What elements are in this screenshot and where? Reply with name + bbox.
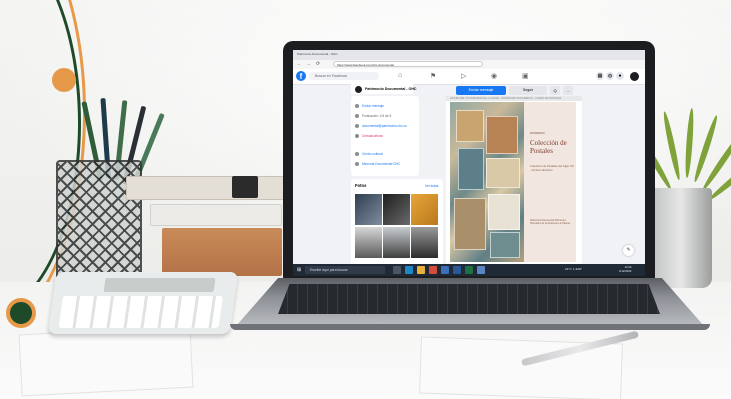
address-bar[interactable]: https://www.facebook.com/ohc.documental xyxy=(333,61,483,67)
clock-icon xyxy=(355,134,359,139)
star-icon xyxy=(355,114,359,119)
store-icon[interactable] xyxy=(441,266,449,274)
edge-icon[interactable] xyxy=(405,266,413,274)
photo-thumbnail[interactable] xyxy=(383,194,410,225)
post-header-strip: OFICINA DEL HISTORIADOR DE LA CIUDAD · P… xyxy=(446,96,582,101)
taskbar: ⊞ Escribe aquí para buscar 21°C ∧ ESP 12… xyxy=(293,264,645,276)
book xyxy=(126,176,284,200)
photo-thumbnail[interactable] xyxy=(411,194,438,225)
mail-icon[interactable] xyxy=(477,266,485,274)
excel-icon[interactable] xyxy=(465,266,473,274)
start-icon[interactable]: ⊞ xyxy=(297,267,301,273)
photo-thumbnail[interactable] xyxy=(383,227,410,258)
message-icon xyxy=(355,104,359,109)
web-icon xyxy=(355,162,359,167)
post-eyebrow: PATRIMONIO xyxy=(530,132,545,135)
decorative-green-dot xyxy=(6,298,36,328)
paper-sheet xyxy=(18,325,194,397)
intro-item[interactable]: documental@patrimonio.ohc.cu xyxy=(355,124,407,129)
facebook-search-input[interactable]: Buscar en Facebook xyxy=(309,72,379,80)
page-title[interactable]: Patrimonio Documental - OHC xyxy=(365,87,417,91)
account-avatar[interactable] xyxy=(630,72,639,81)
intro-card: Enviar mensaje Puntuación: 4,5 de 5 docu… xyxy=(351,96,419,176)
calculator-screen xyxy=(103,278,216,292)
email-icon xyxy=(355,124,359,129)
photos-card: Fotos Ver todas xyxy=(351,179,443,269)
book-clip xyxy=(232,176,258,198)
more-options-button[interactable]: ... xyxy=(563,86,573,95)
collage-tile xyxy=(458,148,484,190)
video-icon[interactable]: ▷ xyxy=(461,72,466,80)
post-title: Colección de Postales xyxy=(530,139,567,155)
book xyxy=(162,228,282,276)
home-icon[interactable]: ⌂ xyxy=(398,72,402,79)
intro-item: Cerrado ahora xyxy=(355,134,383,139)
bell-icon[interactable]: ● xyxy=(616,72,624,80)
messenger-icon[interactable]: ◍ xyxy=(606,72,614,80)
taskview-icon[interactable] xyxy=(393,266,401,274)
page-avatar[interactable] xyxy=(355,86,362,93)
post-footer: Patrimonio Documental Oficina del Histor… xyxy=(530,220,570,225)
photo-scene: Patrimonio Documental - OHC ← → ⟳ https:… xyxy=(0,0,731,399)
browser-tab[interactable]: Patrimonio Documental - OHC xyxy=(297,52,338,56)
postcard-title-panel: PATRIMONIO Colección de Postales Colecci… xyxy=(524,102,576,262)
compose-icon[interactable]: ✎ xyxy=(623,245,634,256)
back-icon[interactable]: ← xyxy=(297,61,302,67)
photo-thumbnail[interactable] xyxy=(411,227,438,258)
menu-grid-icon[interactable]: ▦ xyxy=(596,72,604,80)
word-icon[interactable] xyxy=(453,266,461,274)
tag-icon xyxy=(355,152,359,157)
taskbar-clock[interactable]: 12:24 2/12/2022 xyxy=(619,265,632,273)
post-subtitle: Colección de Postales del Siglo XX · Arc… xyxy=(530,164,574,172)
intro-item: Puntuación: 4,5 de 5 xyxy=(355,114,391,119)
flag-icon[interactable]: ⚑ xyxy=(430,72,436,80)
clock-date: 2/12/2022 xyxy=(619,268,632,273)
calculator-keys xyxy=(58,296,223,328)
system-tray[interactable]: 21°C ∧ ESP xyxy=(565,267,582,271)
decorative-orange-dot xyxy=(52,68,76,92)
post-card: OFICINA DEL HISTORIADOR DE LA CIUDAD · P… xyxy=(446,96,582,269)
facebook-logo-icon[interactable]: f xyxy=(296,71,306,81)
see-all-photos-link[interactable]: Ver todas xyxy=(425,184,438,188)
photo-thumbnail[interactable] xyxy=(355,194,382,225)
follow-button[interactable]: Seguir xyxy=(509,86,547,95)
chrome-icon[interactable] xyxy=(429,266,437,274)
folder-icon[interactable] xyxy=(417,266,425,274)
intro-item[interactable]: Enviar mensaje xyxy=(355,104,384,109)
collage-tile xyxy=(456,110,484,142)
groups-icon[interactable]: ▣ xyxy=(522,72,529,80)
collage-tile xyxy=(486,158,520,188)
laptop-edge xyxy=(230,324,710,330)
browser-tab-strip: Patrimonio Documental - OHC xyxy=(293,50,645,60)
taskbar-search-input[interactable]: Escribe aquí para buscar xyxy=(305,266,385,274)
facebook-header: f Buscar en Facebook ⌂ ⚑ ▷ ◉ ▣ ▦ ◍ ● xyxy=(293,69,645,85)
intro-item[interactable]: Memoria Documental OHC xyxy=(355,162,400,167)
laptop-screen: Patrimonio Documental - OHC ← → ⟳ https:… xyxy=(293,50,645,276)
collage-tile xyxy=(486,116,518,154)
photo-thumbnail[interactable] xyxy=(355,227,382,258)
collage-tile xyxy=(454,198,486,250)
calculator xyxy=(47,272,239,334)
collage-tile xyxy=(488,194,520,230)
photos-title: Fotos xyxy=(355,183,367,188)
book xyxy=(150,204,282,226)
collage-tile xyxy=(490,232,520,258)
send-message-button[interactable]: Enviar mensaje xyxy=(456,86,506,95)
laptop-keyboard xyxy=(278,284,660,314)
intro-item[interactable]: Centro cultural xyxy=(355,152,383,157)
reload-icon[interactable]: ⟳ xyxy=(316,61,320,67)
postcard-collage-image[interactable] xyxy=(450,102,524,262)
forward-icon[interactable]: → xyxy=(306,61,311,67)
page-search-button[interactable]: Q xyxy=(550,86,560,95)
plant-pot xyxy=(650,188,712,288)
marketplace-icon[interactable]: ◉ xyxy=(491,72,497,80)
